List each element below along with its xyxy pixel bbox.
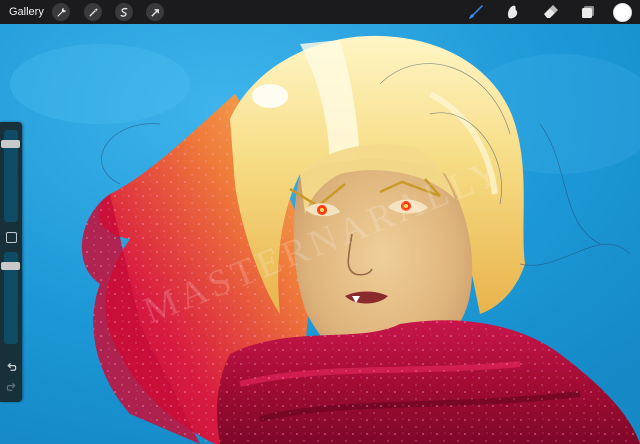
layers-button[interactable] [578, 2, 598, 22]
eraser-icon [544, 5, 558, 18]
brush-size-thumb[interactable] [1, 140, 20, 149]
wrench-icon [56, 7, 66, 17]
actions-button[interactable] [52, 3, 70, 21]
gallery-button[interactable]: Gallery [9, 4, 44, 20]
color-picker-button[interactable] [613, 3, 632, 22]
drawing-canvas[interactable]: MASTERNARALLY [0, 24, 640, 444]
eraser-button[interactable] [540, 2, 560, 22]
undo-icon [6, 362, 16, 371]
transform-button[interactable] [146, 3, 164, 21]
modify-button[interactable] [6, 232, 17, 243]
brush-opacity-slider[interactable] [1, 252, 20, 344]
left-sidebar [0, 122, 22, 402]
selection-icon [119, 7, 127, 17]
layers-icon [582, 6, 594, 18]
magic-wand-icon [88, 7, 98, 17]
brush-size-slider[interactable] [1, 130, 20, 222]
brush-opacity-thumb[interactable] [1, 262, 20, 271]
artwork: MASTERNARALLY [0, 24, 640, 444]
redo-icon [6, 382, 16, 391]
smudge-icon [507, 5, 518, 19]
brush-icon [469, 5, 483, 19]
top-toolbar: Gallery [0, 0, 640, 24]
arrow-cursor-icon [150, 8, 159, 17]
selection-button[interactable] [115, 3, 133, 21]
redo-button[interactable] [4, 380, 18, 394]
undo-button[interactable] [4, 360, 18, 374]
paint-button[interactable] [466, 2, 486, 22]
smudge-button[interactable] [502, 2, 522, 22]
adjustments-button[interactable] [84, 3, 102, 21]
